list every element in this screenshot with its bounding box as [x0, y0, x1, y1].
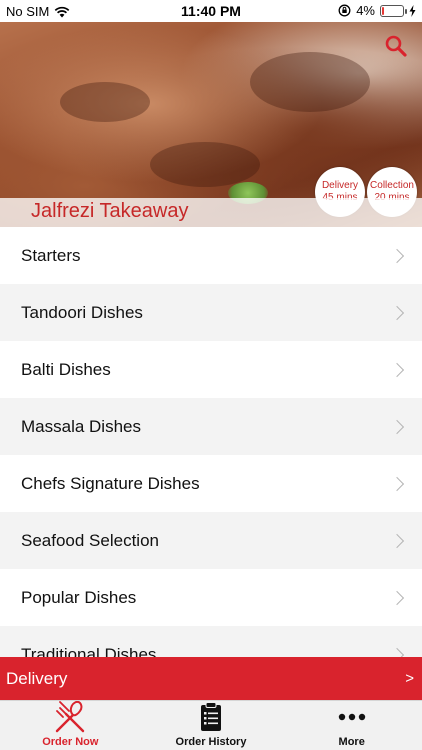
chevron-right-icon [389, 647, 405, 657]
tab-label: More [338, 736, 365, 748]
menu-item-label: Popular Dishes [21, 587, 137, 607]
battery-icon [380, 4, 407, 17]
menu-item-balti-dishes[interactable]: Balti Dishes [0, 341, 422, 398]
menu-item-label: Starters [21, 245, 81, 265]
chevron-right-icon [389, 533, 405, 548]
tab-more[interactable]: More [281, 701, 422, 750]
chevron-right-icon [389, 305, 405, 320]
collection-badge-label: Collection [370, 180, 414, 191]
hero-banner: Delivery 45 mins Collection 20 mins Jalf… [0, 22, 422, 227]
menu-item-label: Traditional Dishes [21, 644, 157, 658]
menu-item-label: Balti Dishes [21, 359, 111, 379]
menu-item-massala-dishes[interactable]: Massala Dishes [0, 398, 422, 455]
delivery-badge-label: Delivery [321, 180, 359, 191]
menu-item-label: Tandoori Dishes [21, 302, 143, 322]
chevron-right-icon [389, 476, 405, 491]
hero-image-shade [150, 142, 260, 187]
chevron-right-icon [389, 419, 405, 434]
more-dots-icon [338, 701, 366, 733]
battery-percent: 4% [356, 3, 375, 18]
charging-bolt-icon [409, 4, 416, 17]
fork-knife-icon [53, 701, 87, 733]
chevron-right-icon [389, 590, 405, 605]
menu-item-label: Seafood Selection [21, 530, 159, 550]
menu-item-traditional-dishes[interactable]: Traditional Dishes [0, 626, 422, 657]
restaurant-name-bar: Jalfrezi Takeaway [0, 198, 422, 227]
menu-item-seafood-selection[interactable]: Seafood Selection [0, 512, 422, 569]
tab-label: Order Now [42, 736, 99, 748]
menu-item-label: Chefs Signature Dishes [21, 473, 200, 493]
delivery-mode-label: Delivery [6, 668, 68, 688]
menu-category-list: Starters Tandoori Dishes Balti Dishes Ma… [0, 227, 422, 657]
clipboard-icon [200, 701, 222, 733]
menu-item-popular-dishes[interactable]: Popular Dishes [0, 569, 422, 626]
menu-item-label: Massala Dishes [21, 416, 141, 436]
status-right: 4% [338, 3, 416, 18]
delivery-arrow-icon: > [405, 670, 414, 687]
delivery-mode-bar[interactable]: Delivery > [0, 657, 422, 700]
menu-item-chefs-signature-dishes[interactable]: Chefs Signature Dishes [0, 455, 422, 512]
hero-image-shade [250, 52, 370, 112]
tab-order-now[interactable]: Order Now [0, 701, 141, 750]
menu-item-tandoori-dishes[interactable]: Tandoori Dishes [0, 284, 422, 341]
tab-order-history[interactable]: Order History [141, 701, 282, 750]
search-icon[interactable] [384, 34, 408, 58]
orientation-lock-icon [338, 4, 351, 17]
battery-level [382, 6, 384, 15]
restaurant-name: Jalfrezi Takeaway [31, 200, 189, 222]
menu-item-starters[interactable]: Starters [0, 227, 422, 284]
status-bar: No SIM 11:40 PM 4% [0, 0, 422, 22]
hero-image-shade [60, 82, 150, 122]
chevron-right-icon [389, 362, 405, 377]
tab-bar: Order Now Order History More [0, 700, 422, 750]
chevron-right-icon [389, 248, 405, 263]
tab-label: Order History [175, 736, 247, 748]
